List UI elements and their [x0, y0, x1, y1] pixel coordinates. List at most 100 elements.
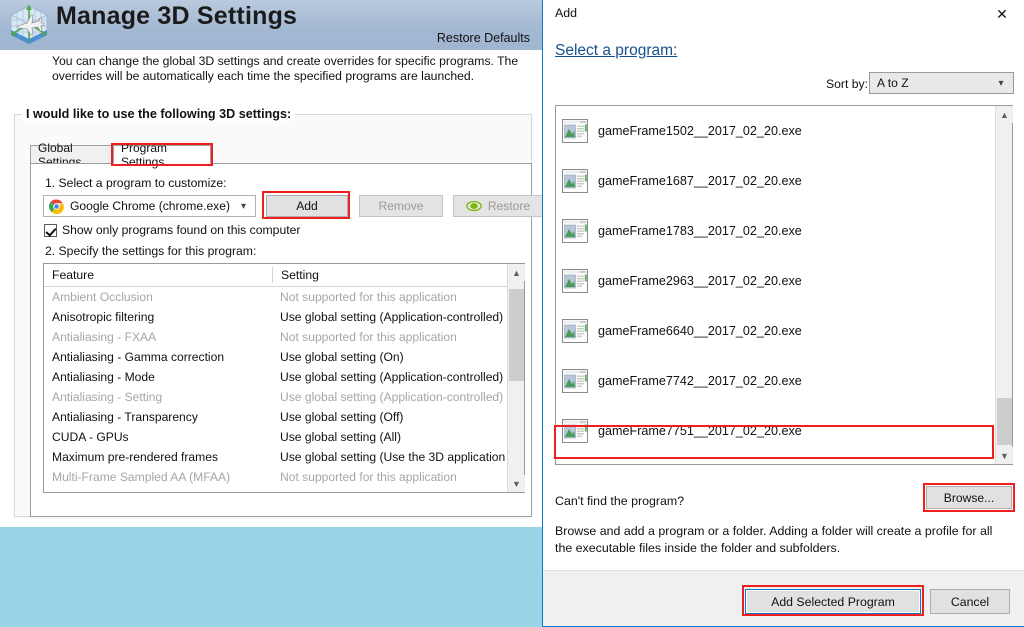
chrome-icon: [49, 198, 64, 214]
settings-grid-row[interactable]: Antialiasing - Transparency Use global se…: [44, 407, 507, 427]
setting-cell: Use global setting (Application-controll…: [280, 390, 504, 404]
nvidia-logo-icon: [465, 200, 482, 212]
scrollbar-thumb[interactable]: [509, 289, 524, 381]
step1-label: 1. Select a program to customize:: [45, 176, 227, 190]
sort-by-combobox[interactable]: A to Z ▾: [869, 72, 1014, 94]
scroll-down-icon[interactable]: ▼: [996, 447, 1013, 464]
dialog-heading: Select a program:: [555, 42, 677, 60]
program-name: gameFrame2963__2017_02_20.exe: [598, 274, 802, 288]
setting-cell: Use global setting (On): [280, 350, 404, 364]
chevron-down-icon: ▾: [240, 201, 247, 212]
restore-button[interactable]: Restore: [453, 195, 542, 217]
settings-tabs: Global Settings Program Settings: [30, 141, 532, 169]
column-header-feature: Feature: [52, 268, 95, 282]
application-icon: [562, 419, 588, 443]
show-only-programs-checkbox[interactable]: Show only programs found on this compute…: [44, 223, 300, 237]
settings-grid-row[interactable]: Multi-Frame Sampled AA (MFAA) Not support…: [44, 467, 507, 487]
nvidia-control-panel: Manage 3D Settings Restore Defaults You …: [0, 0, 542, 627]
close-icon[interactable]: ✕: [980, 0, 1024, 28]
feature-cell: Antialiasing - Mode: [52, 370, 155, 384]
scroll-up-icon[interactable]: ▲: [508, 264, 525, 281]
settings-grid-row[interactable]: Antialiasing - Mode Use global setting (A…: [44, 367, 507, 387]
program-settings-area: Global Settings Program Settings 1. Sele…: [30, 141, 542, 517]
page-title: Manage 3D Settings: [56, 2, 298, 30]
application-icon: [562, 369, 588, 393]
setting-cell: Use global setting (Off): [280, 410, 404, 424]
feature-cell: Antialiasing - FXAA: [52, 330, 157, 344]
panel-header: Manage 3D Settings Restore Defaults: [0, 0, 542, 50]
remove-button[interactable]: Remove: [359, 195, 443, 217]
setting-cell: Not supported for this application: [280, 470, 457, 484]
tab-program-settings-label: Program Settings: [121, 140, 168, 169]
program-settings-tabpanel: 1. Select a program to customize: Google…: [30, 163, 542, 517]
settings-grid-body: Feature Setting Ambient Occlusion Not sup…: [44, 264, 507, 492]
add-button-label: Add: [296, 199, 318, 213]
desktop-background-strip: [0, 527, 542, 627]
settings-grid: Feature Setting Ambient Occlusion Not sup…: [43, 263, 525, 493]
setting-cell: Not supported for this application: [280, 330, 457, 344]
browse-button[interactable]: Browse...: [926, 486, 1012, 509]
cancel-button[interactable]: Cancel: [930, 589, 1010, 614]
program-name: gameFrame1687__2017_02_20.exe: [598, 174, 802, 188]
browse-description: Browse and add a program or a folder. Ad…: [555, 524, 993, 555]
program-list-item[interactable]: gameFrame7751__2017_02_20.exe: [556, 406, 995, 456]
scroll-down-icon[interactable]: ▼: [508, 475, 525, 492]
manage-3d-settings-icon: [10, 5, 48, 45]
column-header-setting: Setting: [272, 267, 507, 283]
sort-by-value: A to Z: [877, 76, 909, 90]
program-list-item[interactable]: gameFrame1502__2017_02_20.exe: [556, 106, 995, 156]
dialog-footer: Add Selected Program Cancel: [543, 570, 1024, 626]
remove-button-label: Remove: [378, 199, 424, 213]
setting-cell: Use global setting (Application-controll…: [280, 310, 504, 324]
cant-find-program-label: Can't find the program?: [555, 494, 685, 508]
feature-cell: Antialiasing - Gamma correction: [52, 350, 225, 364]
setting-cell: Use global setting (All): [280, 430, 401, 444]
program-list-item[interactable]: gameFrame7742__2017_02_20.exe: [556, 356, 995, 406]
program-list[interactable]: gameFrame1502__2017_02_20.exe gameFrame16…: [555, 105, 1013, 465]
program-list-item[interactable]: gameFrame1687__2017_02_20.exe: [556, 156, 995, 206]
program-list-item[interactable]: gameFrame7783__2017_02_20.exe: [556, 456, 995, 464]
settings-grid-row[interactable]: Antialiasing - Gamma correction Use globa…: [44, 347, 507, 367]
program-name: gameFrame1783__2017_02_20.exe: [598, 224, 802, 238]
add-button[interactable]: Add: [266, 195, 348, 217]
program-select-combobox[interactable]: Google Chrome (chrome.exe) ▾: [43, 195, 256, 217]
checkbox-box: [44, 223, 57, 237]
cancel-button-label: Cancel: [950, 594, 990, 609]
settings-grid-row[interactable]: CUDA - GPUs Use global setting (All): [44, 427, 507, 447]
restore-defaults-link[interactable]: Restore Defaults: [437, 31, 530, 45]
settings-grid-row[interactable]: Ambient Occlusion Not supported for this …: [44, 287, 507, 307]
feature-cell: Maximum pre-rendered frames: [52, 450, 219, 464]
settings-grid-row[interactable]: Antialiasing - FXAA Not supported for thi…: [44, 327, 507, 347]
tab-program-settings[interactable]: Program Settings: [113, 141, 211, 169]
sort-by-label: Sort by:: [826, 77, 868, 91]
add-selected-program-label: Add Selected Program: [771, 594, 895, 609]
scroll-up-icon[interactable]: ▲: [996, 106, 1013, 123]
settings-grid-scrollbar[interactable]: ▲ ▼: [507, 264, 525, 492]
settings-grid-row[interactable]: Anisotropic filtering Use global setting …: [44, 307, 507, 327]
settings-grid-row[interactable]: Antialiasing - Setting Use global setting…: [44, 387, 507, 407]
program-list-item[interactable]: gameFrame6640__2017_02_20.exe: [556, 306, 995, 356]
add-selected-program-button[interactable]: Add Selected Program: [745, 589, 921, 614]
dialog-titlebar: Add ✕: [543, 0, 1024, 29]
scrollbar-thumb[interactable]: [997, 398, 1012, 445]
restore-button-label: Restore: [487, 199, 531, 213]
program-name: gameFrame1502__2017_02_20.exe: [598, 124, 802, 138]
feature-cell: Ambient Occlusion: [52, 290, 153, 304]
settings-grid-row[interactable]: Maximum pre-rendered frames Use global se…: [44, 447, 507, 467]
program-name: gameFrame7742__2017_02_20.exe: [598, 374, 802, 388]
tab-global-settings[interactable]: Global Settings: [30, 141, 112, 169]
setting-cell: Use global setting (Use the 3D applicati…: [280, 450, 507, 464]
application-icon: [562, 119, 588, 143]
program-list-item[interactable]: gameFrame1783__2017_02_20.exe: [556, 206, 995, 256]
dialog-heading-text: Select a program:: [555, 42, 678, 59]
panel-description: You can change the global 3D settings an…: [52, 54, 519, 83]
groupbox-legend: I would like to use the following 3D set…: [22, 107, 296, 121]
program-name: gameFrame6640__2017_02_20.exe: [598, 324, 802, 338]
program-list-scrollbar[interactable]: ▲ ▼: [995, 106, 1013, 464]
program-list-item[interactable]: gameFrame2963__2017_02_20.exe: [556, 256, 995, 306]
add-program-dialog: Add ✕ Select a program: Sort by: A to Z …: [542, 0, 1024, 627]
application-icon: [562, 169, 588, 193]
browse-button-label: Browse...: [943, 490, 995, 505]
application-icon: [562, 319, 588, 343]
program-select-value: Google Chrome (chrome.exe): [70, 199, 230, 213]
